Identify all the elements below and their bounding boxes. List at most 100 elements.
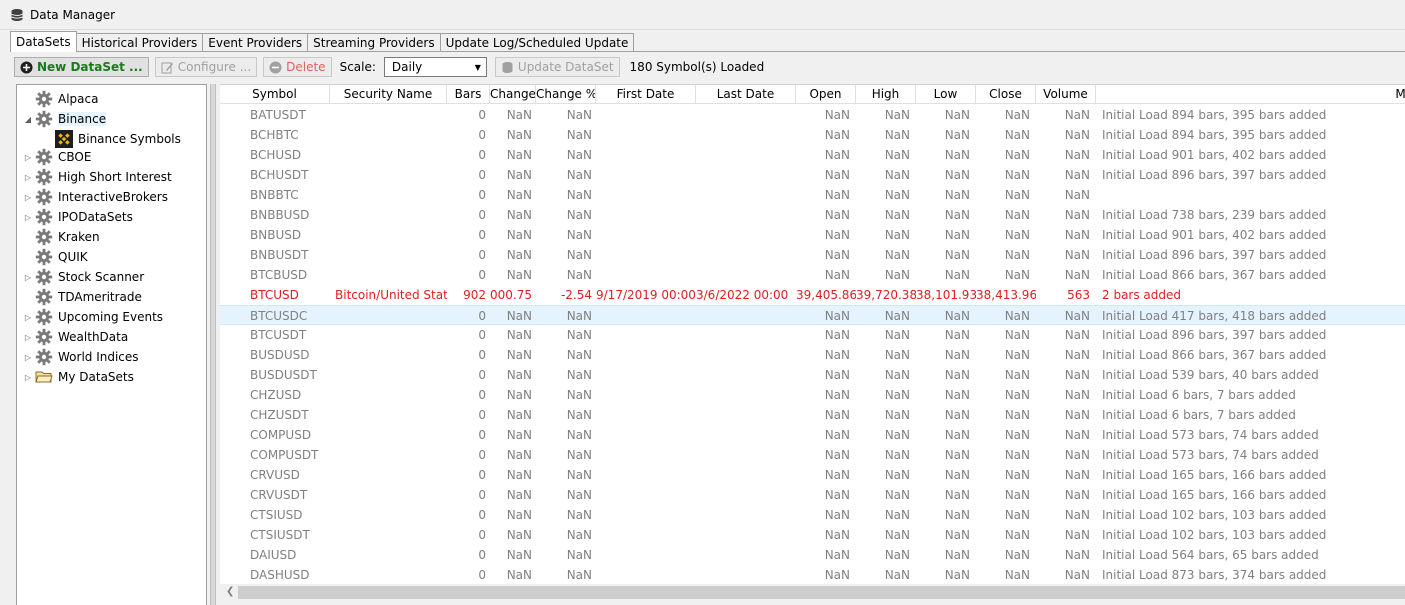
- column-header-low[interactable]: Low: [916, 85, 976, 104]
- table-row[interactable]: BATUSDT 0 NaN NaN NaN NaN NaN NaN NaN Initial Loa…: [220, 105, 1405, 125]
- tab-update-log[interactable]: Update Log/Scheduled Update: [439, 33, 635, 52]
- table-row[interactable]: BTCBUSD 0 NaN NaN NaN NaN NaN NaN NaN Initial Loa…: [220, 265, 1405, 285]
- cell-high: NaN: [884, 548, 910, 562]
- tree-item-binance-symbols[interactable]: Binance Symbols: [55, 129, 181, 149]
- cell-low: NaN: [944, 128, 970, 142]
- tree-item-high-short-interest[interactable]: ▷ High Short Interest: [23, 167, 172, 187]
- collapsed-arrow-icon[interactable]: ▷: [23, 353, 33, 362]
- expanded-arrow-icon[interactable]: ◢: [23, 115, 33, 124]
- collapsed-arrow-icon[interactable]: ▷: [23, 313, 33, 322]
- tree-item-world-indices[interactable]: ▷ World Indices: [23, 347, 139, 367]
- horizontal-scrollbar[interactable]: ❮: [220, 584, 1405, 601]
- cell-volume: NaN: [1064, 268, 1090, 282]
- tree-item-alpaca[interactable]: Alpaca: [23, 89, 98, 109]
- table-row[interactable]: CHZUSDT 0 NaN NaN NaN NaN NaN NaN NaN Initial Loa…: [220, 405, 1405, 425]
- dataset-tree[interactable]: Alpaca ◢ Binance Binance Symbols ▷ CBOE ▷ High …: [16, 84, 207, 605]
- cell-bars: 0: [478, 548, 486, 562]
- cell-high: NaN: [884, 348, 910, 362]
- symbol-grid[interactable]: Symbol Security Name Bars Change Change % Fir…: [220, 84, 1405, 584]
- cell-changepct: NaN: [566, 468, 592, 482]
- tab-event-providers[interactable]: Event Providers: [202, 33, 309, 52]
- cell-bars: 0: [478, 168, 486, 182]
- column-header-change-[interactable]: Change %: [536, 85, 596, 104]
- table-row[interactable]: BTCUSDT 0 NaN NaN NaN NaN NaN NaN NaN Initial Loa…: [220, 325, 1405, 345]
- cell-high: NaN: [884, 188, 910, 202]
- table-row[interactable]: DASHUSD 0 NaN NaN NaN NaN NaN NaN NaN Initial Loa…: [220, 565, 1405, 584]
- tree-item-kraken[interactable]: Kraken: [23, 227, 100, 247]
- delete-button[interactable]: Delete: [263, 57, 332, 77]
- table-row[interactable]: BTCUSD Bitcoin/United State 902 000.75 -2.54…: [220, 285, 1405, 305]
- column-header-open[interactable]: Open: [796, 85, 856, 104]
- collapsed-arrow-icon[interactable]: ▷: [23, 373, 33, 382]
- collapsed-arrow-icon[interactable]: ▷: [23, 213, 33, 222]
- configure-button[interactable]: Configure ...: [154, 57, 258, 77]
- tree-item-binance[interactable]: ◢ Binance: [23, 109, 107, 129]
- table-row[interactable]: CTSIUSDT 0 NaN NaN NaN NaN NaN NaN NaN Initial Lo…: [220, 525, 1405, 545]
- table-row[interactable]: BNBBUSD 0 NaN NaN NaN NaN NaN NaN NaN Initial Loa…: [220, 205, 1405, 225]
- tree-item-ipodatasets[interactable]: ▷ IPODataSets: [23, 207, 133, 227]
- table-row[interactable]: CRVUSD 0 NaN NaN NaN NaN NaN NaN NaN Initial Load…: [220, 465, 1405, 485]
- collapsed-arrow-icon[interactable]: ▷: [23, 193, 33, 202]
- table-row[interactable]: DAIUSD 0 NaN NaN NaN NaN NaN NaN NaN Initial Load…: [220, 545, 1405, 565]
- column-header-first-date[interactable]: First Date: [596, 85, 696, 104]
- table-row[interactable]: COMPUSDT 0 NaN NaN NaN NaN NaN NaN NaN Initial Lo…: [220, 445, 1405, 465]
- tree-item-interactivebrokers[interactable]: ▷ InteractiveBrokers: [23, 187, 168, 207]
- tab-datasets[interactable]: DataSets: [10, 31, 77, 52]
- collapsed-arrow-icon[interactable]: ▷: [23, 273, 33, 282]
- cell-symbol: CTSIUSD: [250, 508, 303, 522]
- gear-icon: [35, 228, 53, 246]
- tree-item-my-datasets[interactable]: ▷ My DataSets: [23, 367, 134, 387]
- chevron-left-icon[interactable]: ❮: [226, 586, 234, 597]
- cell-high: 39,720.38: [856, 288, 916, 302]
- cell-close: NaN: [1004, 488, 1030, 502]
- database-icon: [11, 8, 23, 21]
- table-row[interactable]: BCHBTC 0 NaN NaN NaN NaN NaN NaN NaN Initial Load…: [220, 125, 1405, 145]
- tree-item-tdameritrade[interactable]: TDAmeritrade: [23, 287, 142, 307]
- cell-high: NaN: [884, 388, 910, 402]
- table-row[interactable]: BTCUSDC 0 NaN NaN NaN NaN NaN NaN NaN Initial Loa…: [220, 305, 1405, 325]
- table-row[interactable]: BNBBTC 0 NaN NaN NaN NaN NaN NaN NaN: [220, 185, 1405, 205]
- column-header-high[interactable]: High: [856, 85, 916, 104]
- table-row[interactable]: CTSIUSD 0 NaN NaN NaN NaN NaN NaN NaN Initial Loa…: [220, 505, 1405, 525]
- column-header-security-name[interactable]: Security Name: [330, 85, 447, 104]
- tab-historical-providers[interactable]: Historical Providers: [75, 33, 204, 52]
- table-row[interactable]: BNBUSD 0 NaN NaN NaN NaN NaN NaN NaN Initial Load…: [220, 225, 1405, 245]
- column-header-change[interactable]: Change: [490, 85, 536, 104]
- cell-message: Initial Load 102 bars, 103 bars added: [1102, 508, 1327, 522]
- collapsed-arrow-icon[interactable]: ▷: [23, 333, 33, 342]
- scrollbar-thumb[interactable]: [238, 586, 1405, 599]
- tree-item-stock-scanner[interactable]: ▷ Stock Scanner: [23, 267, 144, 287]
- table-row[interactable]: BUSDUSD 0 NaN NaN NaN NaN NaN NaN NaN Initial Loa…: [220, 345, 1405, 365]
- column-header-message[interactable]: Message: [1096, 85, 1405, 104]
- tree-item-upcoming-events[interactable]: ▷ Upcoming Events: [23, 307, 163, 327]
- table-row[interactable]: BCHUSD 0 NaN NaN NaN NaN NaN NaN NaN Initial Load…: [220, 145, 1405, 165]
- update-dataset-button[interactable]: Update DataSet: [494, 57, 620, 77]
- column-header-bars[interactable]: Bars: [447, 85, 490, 104]
- collapsed-arrow-icon[interactable]: ▷: [23, 173, 33, 182]
- scale-select[interactable]: Daily ▼: [383, 57, 487, 77]
- collapsed-arrow-icon[interactable]: ▷: [23, 153, 33, 162]
- table-row[interactable]: BCHUSDT 0 NaN NaN NaN NaN NaN NaN NaN Initial Loa…: [220, 165, 1405, 185]
- column-header-volume[interactable]: Volume: [1036, 85, 1096, 104]
- tree-item-cboe[interactable]: ▷ CBOE: [23, 147, 91, 167]
- new-dataset-button[interactable]: New DataSet ...: [14, 57, 149, 77]
- tree-item-wealthdata[interactable]: ▷ WealthData: [23, 327, 128, 347]
- tree-item-label: WealthData: [58, 330, 129, 344]
- column-header-close[interactable]: Close: [976, 85, 1036, 104]
- cell-message: Initial Load 896 bars, 397 bars added: [1102, 328, 1327, 342]
- gear-icon: [35, 348, 53, 366]
- cell-message: Initial Load 901 bars, 402 bars added: [1102, 228, 1327, 242]
- cell-open: NaN: [824, 428, 850, 442]
- tree-item-quik[interactable]: QUIK: [23, 247, 88, 267]
- cell-first: [596, 405, 696, 425]
- table-row[interactable]: CRVUSDT 0 NaN NaN NaN NaN NaN NaN NaN Initial Loa…: [220, 485, 1405, 505]
- table-row[interactable]: BUSDUSDT 0 NaN NaN NaN NaN NaN NaN NaN Initial Lo…: [220, 365, 1405, 385]
- column-header-symbol[interactable]: Symbol: [220, 85, 330, 104]
- column-header-last-date[interactable]: Last Date: [696, 85, 796, 104]
- table-row[interactable]: COMPUSD 0 NaN NaN NaN NaN NaN NaN NaN Initial Loa…: [220, 425, 1405, 445]
- tab-streaming-providers[interactable]: Streaming Providers: [307, 33, 441, 52]
- table-row[interactable]: BNBUSDT 0 NaN NaN NaN NaN NaN NaN NaN Initial Loa…: [220, 245, 1405, 265]
- table-row[interactable]: CHZUSD 0 NaN NaN NaN NaN NaN NaN NaN Initial Load…: [220, 385, 1405, 405]
- tree-item-label: TDAmeritrade: [58, 290, 142, 304]
- scale-label: Scale:: [339, 60, 376, 74]
